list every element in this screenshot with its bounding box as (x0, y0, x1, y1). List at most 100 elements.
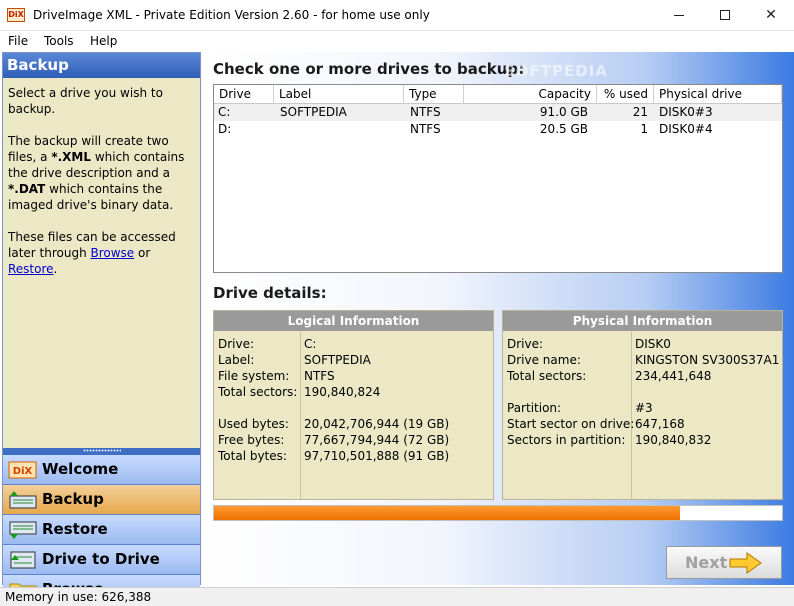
table-row[interactable]: C: SOFTPEDIA NTFS 91.0 GB 21 DISK0#3 (214, 104, 782, 121)
info-label: Drive: (218, 337, 255, 351)
cell-used: 1 (640, 122, 648, 136)
status-bar: Memory in use: 626,388 (0, 587, 794, 606)
info-value: 234,441,648 (635, 369, 712, 383)
xml-extension: *.XML (51, 150, 92, 164)
table-row[interactable]: D: NTFS 20.5 GB 1 DISK0#4 (214, 121, 782, 138)
panel-description: Select a drive you wish to backup. The b… (3, 78, 200, 448)
panel-splitter[interactable] (3, 448, 200, 455)
nav-drive-to-drive[interactable]: Drive to Drive (3, 545, 200, 575)
info-label: Total sectors: (218, 385, 298, 399)
title-bar: DiX DriveImage XML - Private Edition Ver… (0, 0, 794, 31)
info-label: Total sectors: (507, 369, 587, 383)
menu-help[interactable]: Help (90, 34, 117, 48)
info-label: Start sector on drive: (507, 417, 635, 431)
dix-icon: DiX (8, 461, 37, 479)
nav-backup[interactable]: Backup (3, 485, 200, 515)
drive-to-drive-icon (10, 551, 36, 569)
nav-label: Restore (42, 520, 108, 538)
cell-drive: D: (218, 122, 232, 136)
column-label[interactable]: Label (274, 85, 404, 104)
info-label: Drive: (507, 337, 544, 351)
column-drive[interactable]: Drive (214, 85, 274, 104)
details-title: Drive details: (213, 284, 327, 302)
maximize-button[interactable] (702, 0, 748, 31)
desc-text: or (134, 246, 151, 260)
info-label: Drive name: (507, 353, 581, 367)
info-value: KINGSTON SV300S37A1 (635, 353, 780, 367)
info-label: Label: (218, 353, 255, 367)
minimize-button[interactable] (656, 0, 702, 31)
info-label: File system: (218, 369, 290, 383)
info-value: DISK0 (635, 337, 671, 351)
browse-link[interactable]: Browse (91, 246, 135, 260)
list-header: Drive Label Type Capacity % used Physica… (214, 85, 782, 104)
restore-icon (9, 521, 37, 539)
nav-label: Drive to Drive (42, 550, 160, 568)
column-used[interactable]: % used (597, 85, 654, 104)
backup-icon (9, 491, 37, 509)
info-label: Total bytes: (218, 449, 287, 463)
splitter-grip-icon (83, 449, 121, 452)
info-value: #3 (635, 401, 653, 415)
close-button[interactable]: ✕ (748, 0, 794, 31)
cell-label: SOFTPEDIA (280, 105, 347, 119)
physical-info-title: Physical Information (503, 311, 782, 331)
minimize-icon (674, 14, 684, 16)
info-value: 190,840,832 (635, 433, 712, 447)
info-value: 190,840,824 (304, 385, 381, 399)
column-type[interactable]: Type (404, 85, 464, 104)
arrow-right-icon (729, 552, 762, 574)
progress-fill (214, 506, 680, 520)
nav-label: Welcome (42, 460, 119, 478)
info-value: 77,667,794,944 (72 GB) (304, 433, 450, 447)
svg-text:DiX: DiX (13, 466, 33, 477)
info-value: 20,042,706,944 (19 GB) (304, 417, 450, 431)
cell-used: 21 (632, 105, 648, 119)
column-physical[interactable]: Physical drive (654, 85, 782, 104)
info-value: C: (304, 337, 317, 351)
cell-drive: C: (218, 105, 231, 119)
window-title: DriveImage XML - Private Edition Version… (33, 8, 430, 22)
cell-capacity: 91.0 GB (539, 105, 588, 119)
progress-bar (213, 505, 783, 521)
info-value: NTFS (304, 369, 335, 383)
drives-title: Check one or more drives to backup: (213, 60, 525, 78)
next-button[interactable]: Next (666, 546, 782, 579)
left-panel: Backup Select a drive you wish to backup… (2, 52, 201, 605)
watermark: SOFTPEDIA (504, 62, 608, 80)
next-label: Next (685, 553, 728, 572)
nav-list: DiX Welcome Backup Restore Drive to Driv… (3, 455, 200, 605)
dat-extension: *.DAT (8, 182, 46, 196)
info-label: Used bytes: (218, 417, 289, 431)
main-area: Check one or more drives to backup: SOFT… (204, 52, 794, 585)
drive-list[interactable]: Drive Label Type Capacity % used Physica… (213, 84, 783, 273)
column-divider (300, 332, 301, 499)
desc-text: . (53, 262, 58, 276)
cell-physical: DISK0#4 (659, 122, 713, 136)
cell-physical: DISK0#3 (659, 105, 713, 119)
info-label: Free bytes: (218, 433, 285, 447)
cell-type: NTFS (410, 122, 441, 136)
info-label: Partition: (507, 401, 562, 415)
close-icon: ✕ (765, 7, 777, 23)
info-value: 647,168 (635, 417, 685, 431)
panel-header: Backup (3, 53, 200, 78)
menu-file[interactable]: File (8, 34, 28, 48)
menu-tools[interactable]: Tools (44, 34, 74, 48)
dix-app-icon[interactable]: DiX (7, 8, 25, 22)
column-capacity[interactable]: Capacity (464, 85, 597, 104)
desc-paragraph-3: These files can be accessed later throug… (8, 229, 195, 277)
info-value: SOFTPEDIA (304, 353, 371, 367)
logical-info-panel: Logical Information Drive: C: Label: SOF… (213, 310, 494, 500)
restore-link[interactable]: Restore (8, 262, 54, 276)
nav-label: Backup (42, 490, 104, 508)
cell-type: NTFS (410, 105, 441, 119)
logical-info-title: Logical Information (214, 311, 493, 331)
cell-capacity: 20.5 GB (539, 122, 588, 136)
desc-paragraph-1: Select a drive you wish to backup. (8, 86, 163, 116)
nav-restore[interactable]: Restore (3, 515, 200, 545)
maximize-icon (720, 10, 730, 20)
info-value: 97,710,501,888 (91 GB) (304, 449, 450, 463)
desc-paragraph-2: The backup will create two files, a *.XM… (8, 133, 195, 213)
nav-welcome[interactable]: DiX Welcome (3, 455, 200, 485)
